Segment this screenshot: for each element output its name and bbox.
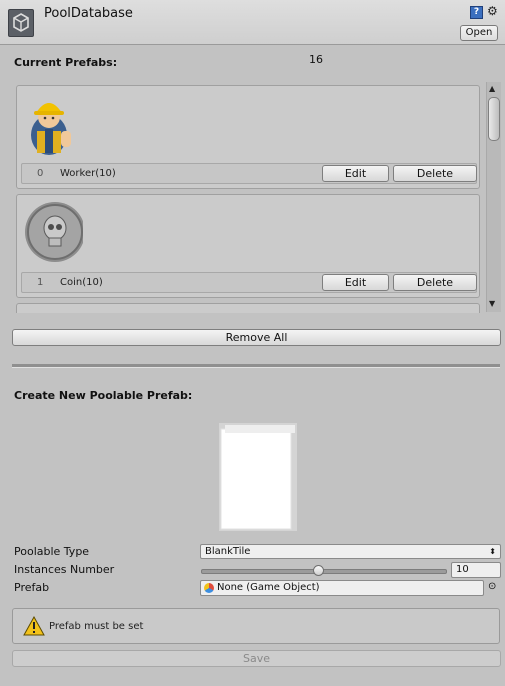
list-item: 1 Coin(10) Edit Delete bbox=[16, 194, 480, 298]
prefab-name: Coin(10) bbox=[60, 277, 103, 288]
prefab-name: Worker(10) bbox=[60, 168, 116, 179]
warning-helpbox: Prefab must be set bbox=[12, 608, 500, 644]
inspector-title: PoolDatabase bbox=[44, 6, 133, 21]
instances-number-label: Instances Number bbox=[14, 563, 115, 576]
blank-tile-preview bbox=[217, 421, 299, 533]
prefab-list[interactable]: 0 Worker(10) Edit Delete 1 Coin(10) Edit… bbox=[14, 81, 484, 313]
current-prefabs-label: Current Prefabs: bbox=[14, 56, 118, 69]
poolable-type-dropdown[interactable]: BlankTile ⬍ bbox=[200, 544, 501, 559]
delete-button[interactable]: Delete bbox=[393, 165, 477, 182]
prefab-field-value: None (Game Object) bbox=[217, 582, 320, 593]
prefab-label: Prefab bbox=[14, 581, 50, 594]
prefab-index: 0 bbox=[37, 168, 44, 179]
poolable-type-label: Poolable Type bbox=[14, 545, 90, 558]
delete-button[interactable]: Delete bbox=[393, 274, 477, 291]
warning-text: Prefab must be set bbox=[49, 621, 144, 632]
list-item: 0 Worker(10) Edit Delete bbox=[16, 85, 480, 189]
gameobject-icon bbox=[204, 583, 214, 593]
prefab-row: 0 Worker(10) Edit Delete bbox=[21, 163, 477, 184]
scrollbar-thumb[interactable] bbox=[488, 97, 500, 141]
coin-icon bbox=[25, 200, 85, 266]
instances-number-field[interactable]: 10 bbox=[451, 562, 501, 578]
instances-slider[interactable] bbox=[201, 569, 447, 574]
gear-icon[interactable]: ⚙ bbox=[487, 4, 498, 18]
separator bbox=[12, 364, 500, 368]
prefab-count: 16 bbox=[309, 53, 323, 66]
unity-logo-icon bbox=[8, 9, 34, 37]
edit-button[interactable]: Edit bbox=[322, 274, 389, 291]
instances-slider-thumb[interactable] bbox=[313, 565, 324, 576]
remove-all-button[interactable]: Remove All bbox=[12, 329, 501, 346]
poolable-type-value: BlankTile bbox=[205, 546, 251, 557]
prefab-index: 1 bbox=[37, 277, 44, 288]
dropdown-arrow-icon: ⬍ bbox=[489, 547, 496, 556]
save-button[interactable]: Save bbox=[12, 650, 501, 667]
open-button[interactable]: Open bbox=[460, 25, 498, 41]
warning-icon bbox=[23, 615, 45, 639]
prefab-row: 1 Coin(10) Edit Delete bbox=[21, 272, 477, 293]
worker-icon bbox=[25, 91, 83, 157]
help-icon[interactable]: ? bbox=[470, 6, 483, 19]
list-item bbox=[16, 303, 480, 313]
scroll-up-icon[interactable]: ▲ bbox=[489, 84, 495, 93]
prefab-object-field[interactable]: None (Game Object) bbox=[200, 580, 484, 596]
object-picker-icon[interactable]: ⊙ bbox=[488, 581, 496, 592]
edit-button[interactable]: Edit bbox=[322, 165, 389, 182]
create-prefab-label: Create New Poolable Prefab: bbox=[14, 389, 193, 402]
scroll-down-icon[interactable]: ▼ bbox=[489, 299, 495, 308]
